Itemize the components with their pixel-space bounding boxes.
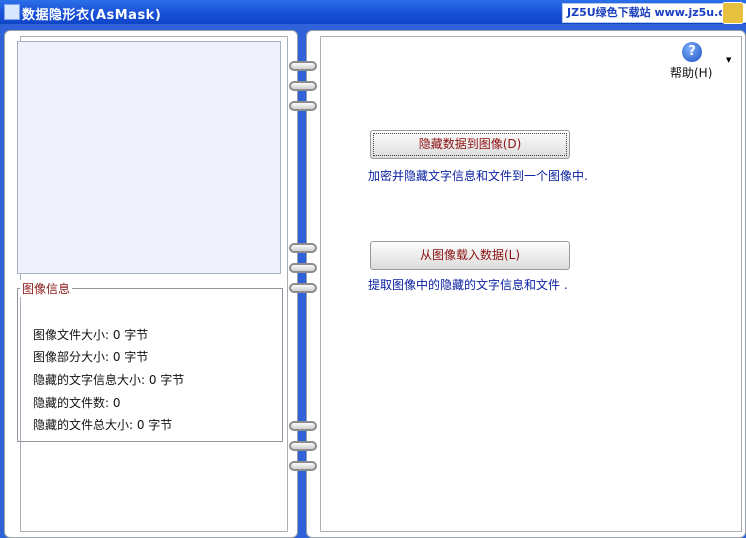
dropdown-arrow-icon[interactable]: ▼ [726, 56, 731, 64]
binder-ring [289, 101, 317, 111]
binder-ring [289, 461, 317, 471]
hide-data-description: 加密并隐藏文字信息和文件到一个图像中. [368, 169, 588, 183]
hidden-files-total-size: 隐藏的文件总大小: 0 字节 [33, 418, 173, 432]
hidden-file-count: 隐藏的文件数: 0 [33, 396, 121, 410]
image-file-size: 图像文件大小: 0 字节 [33, 328, 149, 342]
binder-ring [289, 421, 317, 431]
hidden-text-size: 隐藏的文字信息大小: 0 字节 [33, 373, 185, 387]
image-part-size: 图像部分大小: 0 字节 [33, 350, 149, 364]
binder-ring [289, 81, 317, 91]
load-data-description: 提取图像中的隐藏的文字信息和文件 . [368, 278, 568, 292]
watermark-banner: JZ5U绿色下载站 www.jz5u.com [562, 3, 746, 23]
help-icon: ? [682, 42, 702, 62]
image-info-legend: 图像信息 [20, 280, 73, 297]
binder-ring [289, 61, 317, 71]
help-label: 帮助(H) [670, 66, 713, 80]
window-title: 数据隐形衣(AsMask) [22, 8, 162, 23]
app-icon [4, 4, 20, 20]
binder-ring [289, 243, 317, 253]
load-data-button[interactable]: 从图像载入数据(L) [370, 241, 570, 270]
binder-ring [289, 263, 317, 273]
binder-ring [289, 441, 317, 451]
title-bar: 数据隐形衣(AsMask) JZ5U绿色下载站 www.jz5u.com [0, 0, 746, 24]
binder-ring [289, 283, 317, 293]
help-button[interactable]: ? 帮助(H) [664, 42, 724, 80]
image-info-group: 图像信息 图像文件大小: 0 字节 图像部分大小: 0 字节 隐藏的文字信息大小… [17, 280, 283, 442]
hide-data-button[interactable]: 隐藏数据到图像(D) [370, 130, 570, 159]
close-icon[interactable] [722, 2, 744, 24]
image-preview [17, 41, 281, 274]
